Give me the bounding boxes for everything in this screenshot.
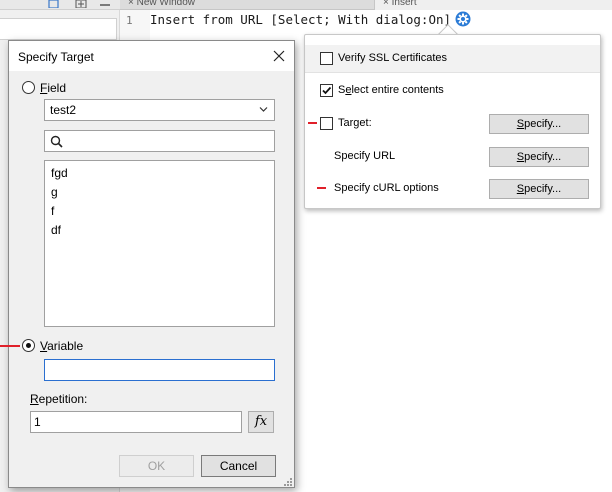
field-label: Field [40,81,67,95]
variable-input[interactable] [44,359,275,381]
script-step-text: Insert from URL [Select; With dialog:On] [150,12,452,27]
field-list[interactable]: fgd g f df [44,160,275,327]
verify-ssl-checkbox[interactable] [320,52,333,65]
field-radio[interactable] [22,81,35,94]
tab-label: Insert [391,0,417,8]
list-item[interactable]: g [51,184,58,200]
step-options-popover: Verify SSL Certificates Select entire co… [304,34,601,209]
variable-radio[interactable] [22,339,35,352]
add-icon[interactable] [75,0,87,8]
formula-button[interactable]: fx [248,411,274,433]
dialog-title-bar: Specify Target [9,41,294,71]
tab-bar: × New Window × Insert [120,0,612,10]
repetition-label: Repetition: [30,392,88,406]
search-icon [50,135,63,148]
option-curl[interactable]: Specify cURL options Specify... [305,175,600,203]
select-entire-label: Select entire contents [338,84,444,96]
specify-url-label: Specify URL [334,150,396,162]
table-select[interactable]: test2 [44,99,275,121]
specify-target-dialog: Specify Target Field test2 fgd g f df Va… [8,40,295,488]
url-specify-button[interactable]: Specify... [489,147,589,167]
curl-options-label: Specify cURL options [334,182,439,194]
document-icon[interactable] [48,0,60,8]
option-specify-url[interactable]: Specify URL Specify... [305,143,600,171]
left-toolbar [0,0,120,10]
tab-close-icon[interactable]: × [383,0,392,8]
minimize-icon[interactable] [99,0,111,8]
option-select-entire[interactable]: Select entire contents [305,77,600,105]
repetition-value: 1 [34,415,41,429]
tab-new-window[interactable]: × New Window [120,0,365,10]
table-select-value: test2 [50,103,77,117]
tab-close-icon[interactable]: × [128,0,137,8]
annotation-mark [0,345,20,347]
target-label: Target: [338,117,372,129]
gear-icon[interactable] [455,11,471,27]
option-verify-ssl[interactable]: Verify SSL Certificates [305,45,600,73]
annotation-mark [317,187,326,189]
curl-specify-button[interactable]: Specify... [489,179,589,199]
cancel-button[interactable]: Cancel [201,455,276,477]
list-item[interactable]: f [51,203,54,219]
select-entire-checkbox[interactable] [320,84,333,97]
tab-label: New Window [136,0,195,8]
left-search-field[interactable] [0,18,117,40]
option-target[interactable]: Target: Specify... [305,110,600,138]
field-search-input[interactable] [44,130,275,152]
variable-label: Variable [40,339,84,353]
line-number: 1 [126,14,133,27]
chevron-down-icon [259,107,268,112]
resize-grip-icon[interactable] [281,475,293,487]
tab-insert[interactable]: × Insert [374,0,612,10]
repetition-input[interactable]: 1 [30,411,242,433]
target-checkbox[interactable] [320,117,333,130]
checkmark-icon [322,86,332,95]
target-specify-button[interactable]: Specify... [489,114,589,134]
radio-dot [26,343,31,348]
list-item[interactable]: df [51,222,61,238]
annotation-mark [308,122,317,124]
close-icon[interactable] [272,49,286,63]
list-item[interactable]: fgd [51,165,68,181]
ok-button[interactable]: OK [119,455,194,477]
script-step-line[interactable]: 1 Insert from URL [Select; With dialog:On… [126,11,471,29]
verify-ssl-label: Verify SSL Certificates [338,52,448,64]
dialog-title: Specify Target [18,50,94,64]
